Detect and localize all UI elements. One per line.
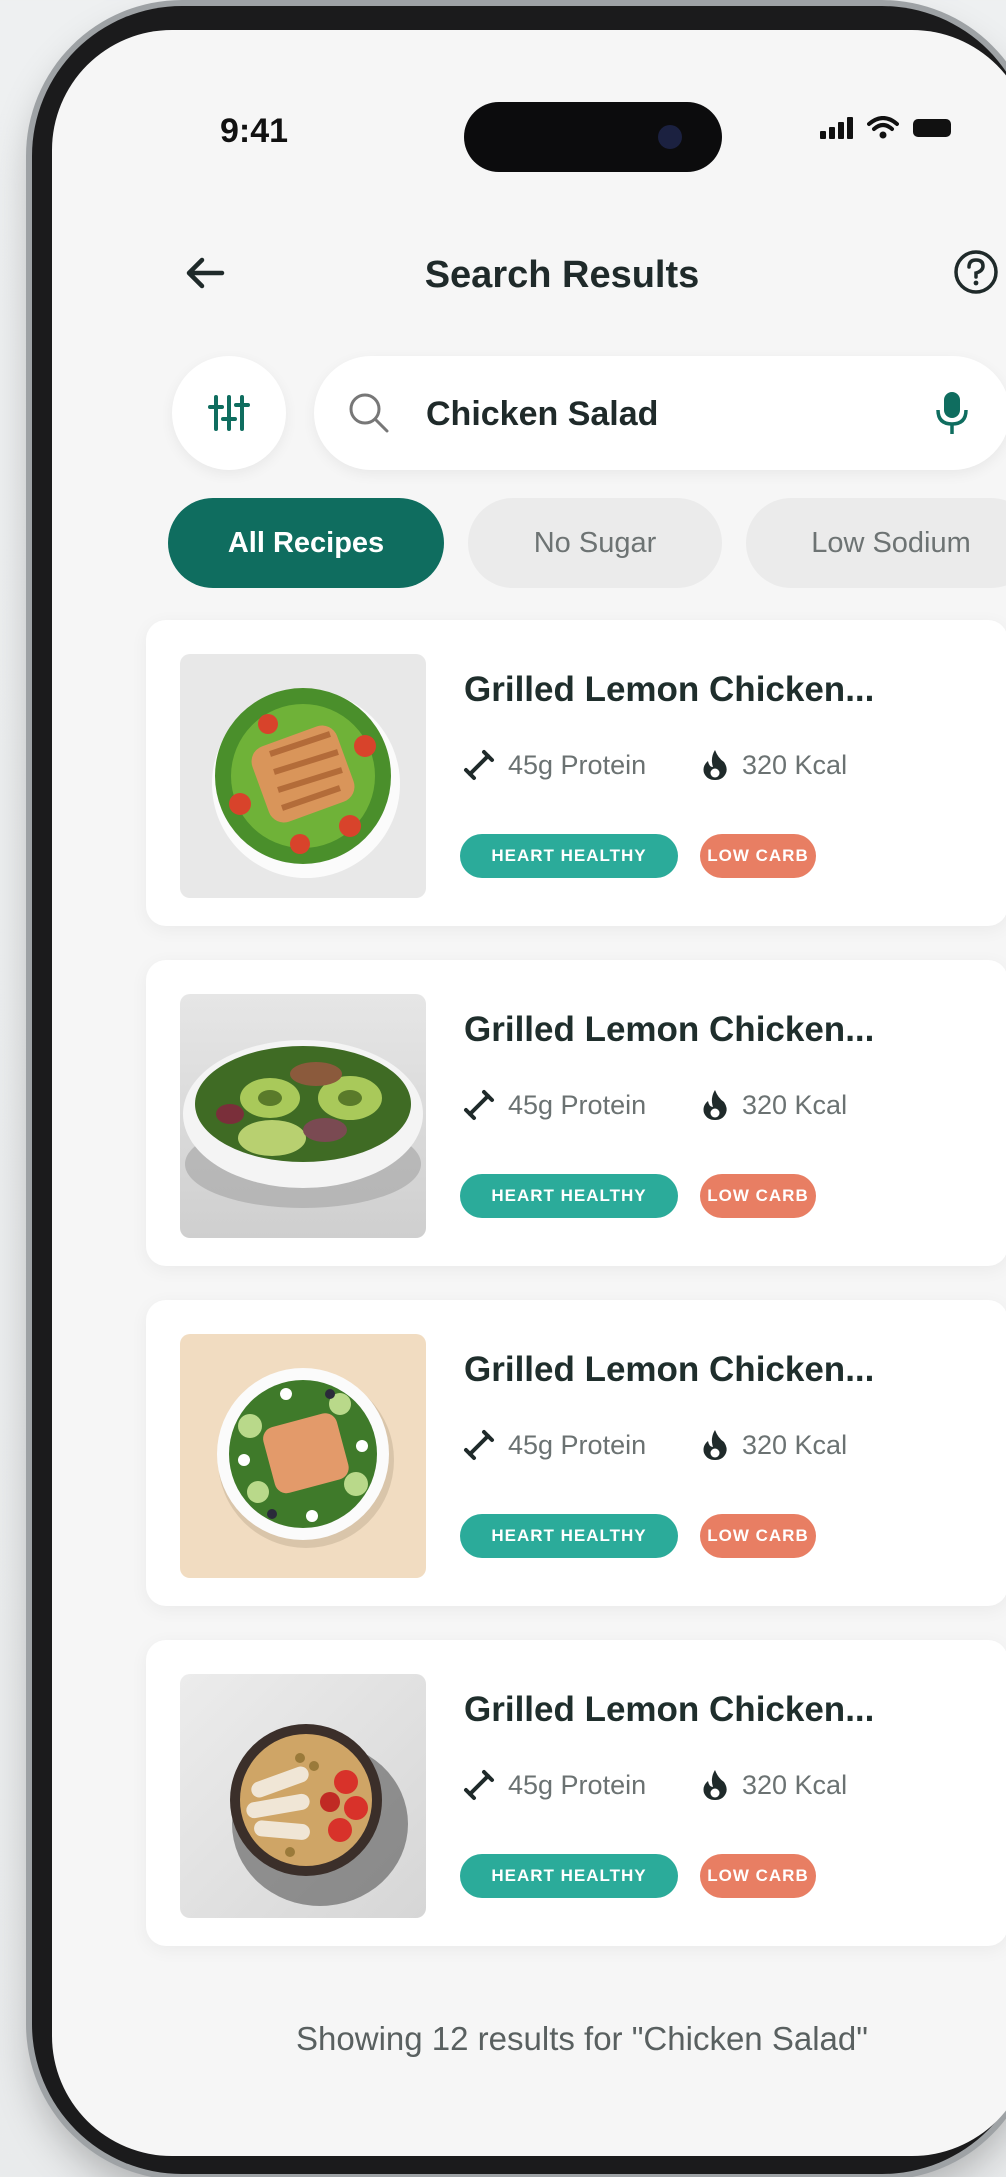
protein-info: 45g Protein — [462, 1088, 646, 1122]
recipe-card[interactable]: Grilled Lemon Chicken... 45g Protein 320… — [146, 1300, 1006, 1606]
protein-info: 45g Protein — [462, 1428, 646, 1462]
chip-no-sugar[interactable]: No Sugar — [468, 498, 722, 588]
recipe-title: Grilled Lemon Chicken... — [464, 1010, 875, 1049]
protein-value: 45g Protein — [508, 749, 647, 780]
flame-icon — [703, 1770, 727, 1800]
dumbbell-icon — [464, 1090, 494, 1120]
tag-heart-healthy: HEART HEALTHY — [460, 834, 678, 878]
recipe-image — [180, 1674, 426, 1918]
kcal-value: 320 Kcal — [742, 1769, 848, 1800]
signal-icon — [820, 117, 853, 139]
tag-heart-healthy: HEART HEALTHY — [460, 1854, 678, 1898]
tag-low-carb: LOW CARB — [700, 1514, 816, 1558]
recipe-image — [180, 994, 426, 1238]
tag-low-carb: LOW CARB — [700, 1854, 816, 1898]
camera-icon — [658, 125, 682, 149]
dynamic-island — [464, 102, 722, 172]
recipe-card[interactable]: Grilled Lemon Chicken... 45g Protein 320… — [146, 1640, 1006, 1946]
dumbbell-icon — [464, 750, 494, 780]
protein-value: 45g Protein — [508, 1089, 647, 1120]
battery-icon — [913, 119, 951, 137]
calorie-info: 320 Kcal — [700, 1768, 847, 1802]
chip-all-recipes[interactable]: All Recipes — [168, 498, 444, 588]
tag-heart-healthy: HEART HEALTHY — [460, 1514, 678, 1558]
status-time: 9:41 — [220, 112, 289, 150]
protein-value: 45g Protein — [508, 1769, 647, 1800]
protein-info: 45g Protein — [462, 748, 646, 782]
protein-info: 45g Protein — [462, 1768, 646, 1802]
dumbbell-icon — [464, 1430, 494, 1460]
results-summary: Showing 12 results for "Chicken Salad" — [296, 2020, 868, 2057]
flame-icon — [703, 1430, 727, 1460]
calorie-info: 320 Kcal — [700, 1428, 847, 1462]
help-icon — [954, 250, 998, 294]
search-bar — [314, 356, 1006, 470]
filter-chips: All Recipes No Sugar Low Sodium — [168, 498, 1006, 588]
recipe-image — [180, 654, 426, 898]
filter-sliders-icon — [208, 395, 250, 431]
dumbbell-icon — [464, 1770, 494, 1800]
kcal-value: 320 Kcal — [742, 1429, 848, 1460]
search-input[interactable] — [424, 386, 908, 442]
flame-icon — [703, 750, 727, 780]
app-header: Search Results — [52, 240, 1006, 310]
recipe-card[interactable]: Grilled Lemon Chicken... 45g Protein 320… — [146, 620, 1006, 926]
tag-low-carb: LOW CARB — [700, 1174, 816, 1218]
wifi-icon — [867, 116, 899, 139]
tag-low-carb: LOW CARB — [700, 834, 816, 878]
protein-value: 45g Protein — [508, 1429, 647, 1460]
recipe-title: Grilled Lemon Chicken... — [464, 1690, 875, 1729]
help-button[interactable] — [950, 246, 1002, 298]
kcal-value: 320 Kcal — [742, 1089, 848, 1120]
chip-low-sodium[interactable]: Low Sodium — [746, 498, 1006, 588]
recipe-title: Grilled Lemon Chicken... — [464, 1350, 875, 1389]
calorie-info: 320 Kcal — [700, 748, 847, 782]
recipe-title: Grilled Lemon Chicken... — [464, 670, 875, 709]
recipe-card[interactable]: Grilled Lemon Chicken... 45g Protein 320… — [146, 960, 1006, 1266]
status-icons — [820, 116, 951, 140]
calorie-info: 320 Kcal — [700, 1088, 847, 1122]
page-title: Search Results — [424, 254, 700, 296]
flame-icon — [703, 1090, 727, 1120]
tag-heart-healthy: HEART HEALTHY — [460, 1174, 678, 1218]
recipe-image — [180, 1334, 426, 1578]
kcal-value: 320 Kcal — [742, 749, 848, 780]
app-screen: 9:41 Search Results Chicken Salad All Re… — [52, 30, 1006, 2156]
filter-button[interactable] — [172, 356, 286, 470]
search-icon — [349, 393, 389, 433]
microphone-icon[interactable] — [932, 388, 972, 438]
